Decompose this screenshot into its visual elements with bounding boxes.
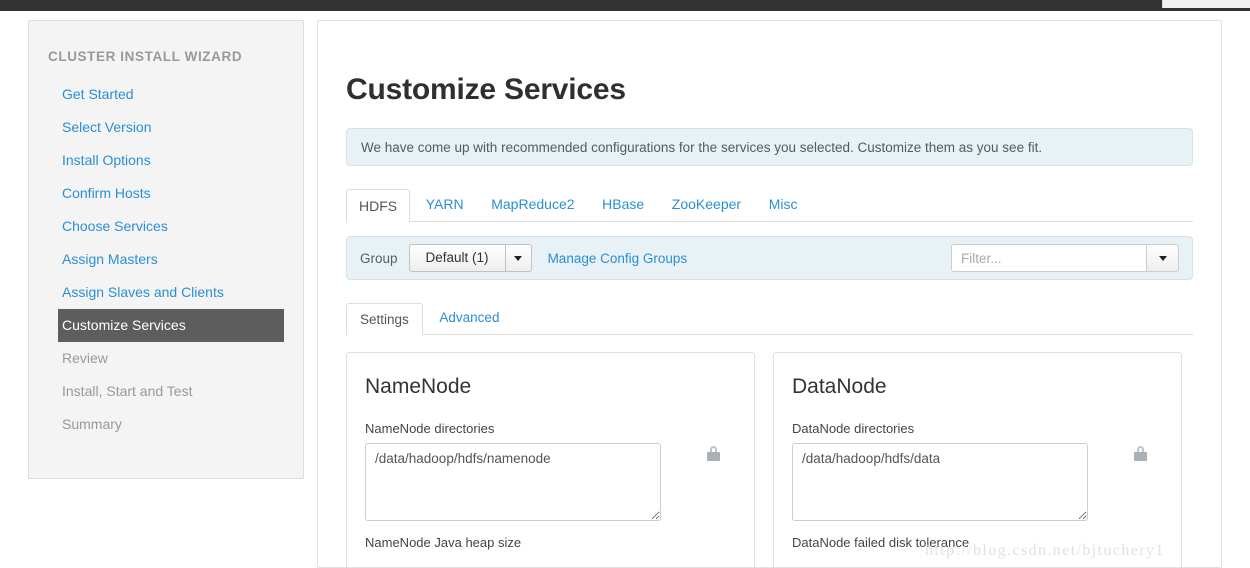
filter-dropdown-toggle[interactable] [1147, 244, 1179, 272]
tab-hdfs[interactable]: HDFS [346, 189, 411, 223]
sidebar-item-install-options[interactable]: Install Options [29, 144, 303, 177]
group-select-toggle[interactable] [505, 244, 532, 272]
filter-input[interactable] [951, 244, 1147, 272]
group-select-value[interactable]: Default (1) [408, 244, 506, 272]
config-panels: NameNode NameNode directories NameNode J… [346, 352, 1193, 567]
panel-datanode: DataNode DataNode directories DataNode f… [773, 352, 1182, 567]
field-label-datanode-failed-disk-tolerance: DataNode failed disk tolerance [792, 535, 970, 550]
field-row [792, 443, 1163, 521]
sidebar-item-assign-slaves-and-clients[interactable]: Assign Slaves and Clients [29, 276, 303, 309]
datanode-directories-input[interactable] [792, 443, 1088, 521]
filter-control [951, 244, 1179, 272]
config-group-bar: Group Default (1) Manage Config Groups [346, 236, 1193, 280]
tab-settings[interactable]: Settings [346, 303, 423, 336]
group-label: Group [360, 250, 398, 266]
sidebar-item-assign-masters[interactable]: Assign Masters [29, 243, 303, 276]
panel-title: NameNode [365, 375, 472, 398]
panel-title: DataNode [792, 375, 887, 398]
sidebar-item-summary: Summary [62, 416, 122, 432]
sidebar-item-select-version[interactable]: Select Version [29, 111, 303, 144]
lock-icon[interactable] [1134, 446, 1147, 461]
sidebar-item-get-started[interactable]: Get Started [29, 78, 303, 111]
wizard-sidebar: CLUSTER INSTALL WIZARD Get Started Selec… [28, 20, 304, 479]
tab-hbase[interactable]: HBase [590, 188, 656, 222]
lock-icon[interactable] [707, 446, 720, 461]
panel-namenode: NameNode NameNode directories NameNode J… [346, 352, 755, 567]
sidebar-item-choose-services[interactable]: Choose Services [29, 210, 303, 243]
group-select[interactable]: Default (1) [408, 244, 532, 272]
navbar-right-strip [1162, 0, 1250, 8]
top-navbar [0, 0, 1250, 11]
field-label: DataNode directories [792, 421, 915, 436]
field-row [365, 443, 736, 521]
settings-sub-tab-bar: Settings Advanced [346, 302, 1193, 336]
page-body: CLUSTER INSTALL WIZARD Get Started Selec… [0, 11, 1250, 568]
namenode-directories-input[interactable] [365, 443, 661, 521]
sidebar-title: CLUSTER INSTALL WIZARD [48, 49, 243, 64]
manage-config-groups-link[interactable]: Manage Config Groups [548, 251, 688, 266]
tab-advanced[interactable]: Advanced [426, 302, 512, 335]
tab-misc[interactable]: Misc [757, 188, 810, 222]
tab-mapreduce2[interactable]: MapReduce2 [479, 188, 586, 222]
field-datanode-directories: DataNode directories [792, 421, 1163, 521]
chevron-down-icon [1158, 255, 1167, 261]
field-label-namenode-java-heap-size: NameNode Java heap size [365, 535, 522, 550]
page-title: Customize Services [346, 73, 626, 106]
tab-zookeeper[interactable]: ZooKeeper [660, 188, 753, 222]
sidebar-item-customize-services[interactable]: Customize Services [58, 309, 284, 342]
sidebar-item-review: Review [62, 350, 108, 366]
main-content-card: Customize Services We have come up with … [317, 20, 1222, 568]
sidebar-item-confirm-hosts[interactable]: Confirm Hosts [29, 177, 303, 210]
chevron-down-icon [514, 255, 523, 261]
service-tab-bar: HDFS YARN MapReduce2 HBase ZooKeeper Mis… [346, 188, 1193, 223]
info-alert: We have come up with recommended configu… [346, 128, 1193, 166]
field-label: NameNode directories [365, 421, 495, 436]
sidebar-item-install-start-and-test: Install, Start and Test [62, 383, 193, 399]
tab-yarn[interactable]: YARN [414, 188, 476, 222]
field-namenode-directories: NameNode directories [365, 421, 736, 521]
wizard-step-list: Get Started Select Version Install Optio… [29, 78, 303, 441]
